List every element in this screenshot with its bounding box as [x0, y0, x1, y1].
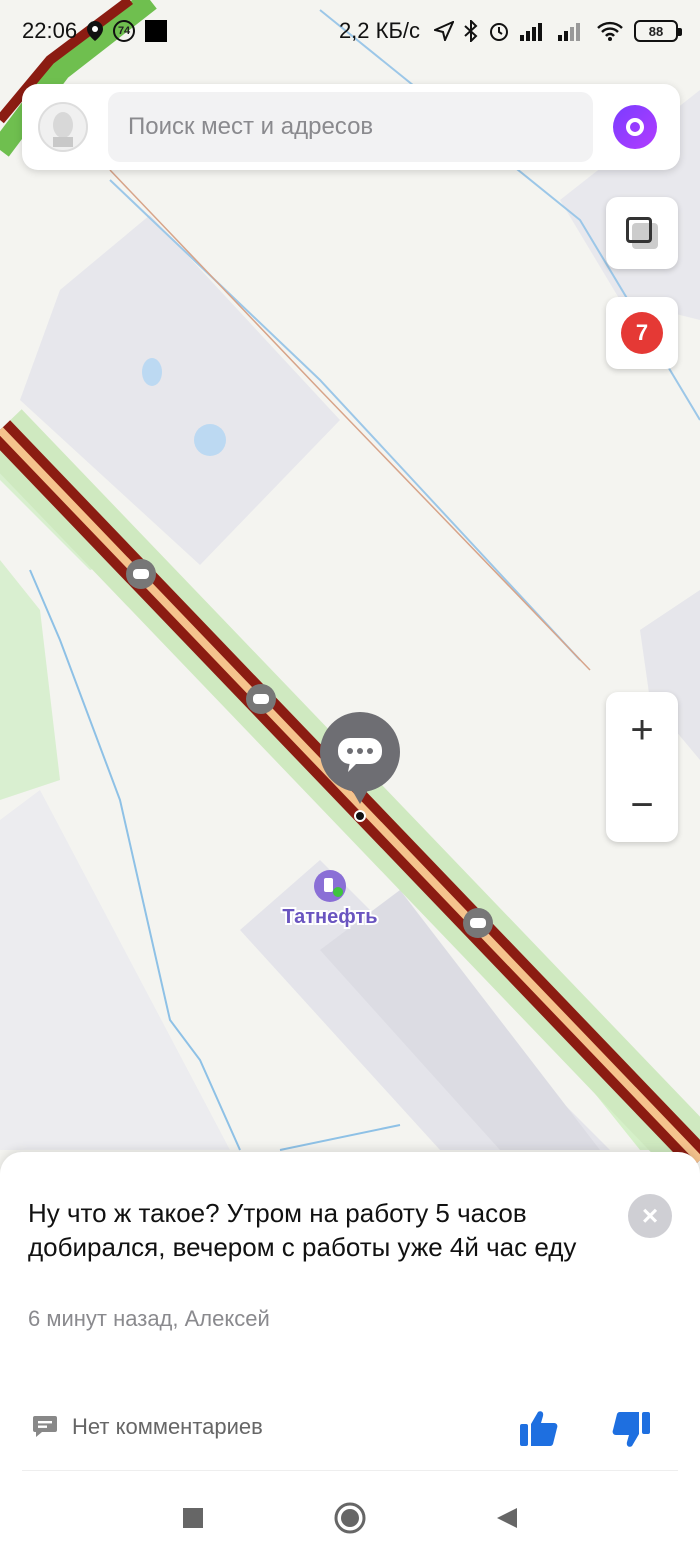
comment-icon: [33, 1416, 57, 1437]
back-button[interactable]: [495, 1506, 519, 1530]
system-nav-bar: [0, 1480, 700, 1556]
black-square-icon: [145, 20, 168, 42]
status-left: 22:06 74: [22, 18, 168, 44]
comments-link[interactable]: Нет комментариев: [32, 1414, 263, 1440]
battery-icon: 88: [634, 20, 682, 42]
network-speed: 2,2 КБ/с: [338, 18, 420, 43]
pond: [194, 424, 226, 456]
layers-icon: [626, 217, 658, 249]
divider: [22, 1470, 678, 1471]
pond: [142, 358, 162, 386]
chat-marker-small: [463, 908, 493, 938]
fuel-station-icon: [314, 870, 346, 902]
home-button[interactable]: [333, 1501, 367, 1535]
alarm-icon: [488, 20, 510, 42]
search-card: Поиск мест и адресов: [22, 84, 680, 170]
status-bar: 22:06 74 2,2 КБ/с 88: [0, 0, 700, 62]
event-message: Ну что ж такое? Утром на работу 5 часов …: [28, 1198, 577, 1262]
location-pin-icon: [87, 21, 104, 41]
thumbs-down-icon: [612, 1412, 650, 1447]
alice-icon: [626, 118, 644, 136]
poi-label: Татнефть: [282, 906, 377, 928]
status-right: 2,2 КБ/с 88: [338, 18, 682, 44]
alice-voice-button[interactable]: [613, 105, 657, 149]
signal-icon: [520, 21, 548, 41]
layers-button[interactable]: [606, 197, 678, 269]
traffic-level-badge: 7: [621, 312, 663, 354]
search-input[interactable]: Поиск мест и адресов: [108, 92, 593, 162]
comments-label: Нет комментариев: [72, 1414, 263, 1439]
chat-marker-small: [246, 684, 276, 714]
zoom-control: + −: [606, 692, 678, 842]
event-meta: 6 минут назад, Алексей: [28, 1306, 270, 1331]
speed-limit-icon: 74: [113, 20, 136, 42]
avatar-icon: [53, 112, 73, 147]
avatar[interactable]: [38, 102, 88, 152]
dislike-button[interactable]: [610, 1408, 652, 1455]
close-button[interactable]: ×: [628, 1194, 672, 1238]
traffic-button[interactable]: 7: [606, 297, 678, 369]
map-canvas[interactable]: Татнефть: [0, 0, 700, 1200]
recents-button[interactable]: [181, 1506, 205, 1530]
chat-marker-small: [126, 559, 156, 589]
navigation-arrow-icon: [434, 21, 454, 41]
wifi-icon: [596, 21, 624, 41]
zoom-out-button[interactable]: −: [606, 767, 678, 842]
like-button[interactable]: [518, 1408, 560, 1455]
thumbs-up-icon: [520, 1411, 558, 1446]
zoom-in-button[interactable]: +: [606, 692, 678, 767]
status-time: 22:06: [22, 18, 78, 43]
bluetooth-icon: [464, 20, 478, 42]
signal-icon-2: [558, 21, 586, 41]
